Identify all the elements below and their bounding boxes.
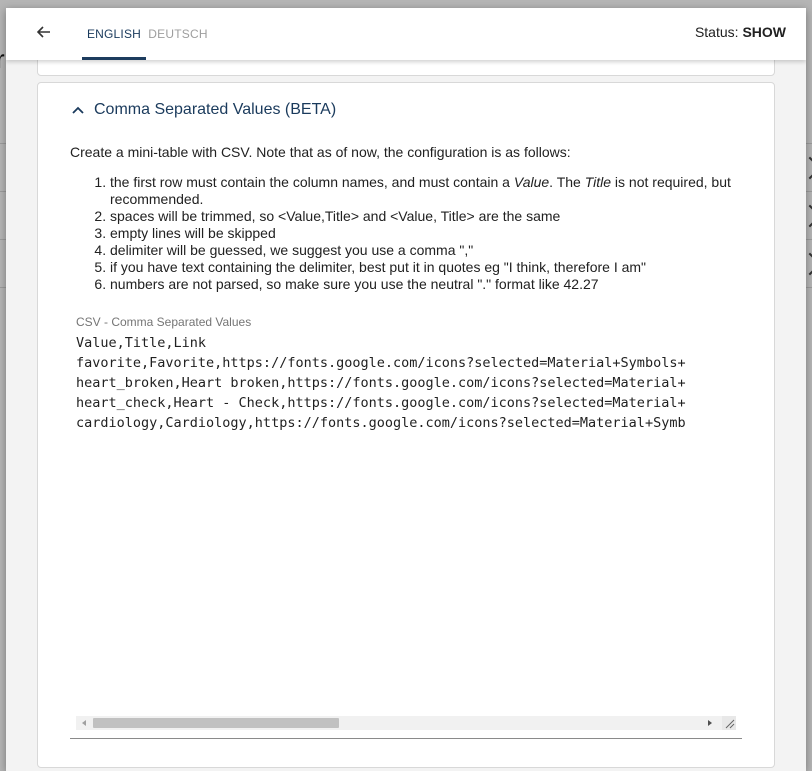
- chevron-up-icon: [72, 101, 84, 119]
- csv-section-header[interactable]: Comma Separated Values (BETA): [72, 101, 336, 119]
- list-item: numbers are not parsed, so make sure you…: [110, 276, 780, 293]
- status-value: SHOW: [742, 24, 786, 40]
- field-underline: [70, 738, 742, 739]
- rule-emphasis: Title: [584, 174, 612, 190]
- back-button[interactable]: [32, 22, 56, 46]
- csv-section-card: Comma Separated Values (BETA) Create a m…: [37, 82, 775, 768]
- scrollbar-thumb[interactable]: [93, 718, 339, 728]
- csv-field-label: CSV - Comma Separated Values: [76, 315, 252, 329]
- arrow-left-icon: [36, 25, 51, 43]
- rule-text: the first row must contain the column na…: [110, 174, 514, 190]
- tab-english[interactable]: ENGLISH: [82, 8, 146, 60]
- tab-deutsch[interactable]: DEUTSCH: [148, 8, 207, 60]
- resize-handle-icon[interactable]: [722, 716, 736, 730]
- rules-list: the first row must contain the column na…: [70, 174, 780, 293]
- status-display: Status: SHOW: [695, 24, 786, 40]
- list-item: delimiter will be guessed, we suggest yo…: [110, 242, 780, 259]
- rule-text: . The: [549, 174, 585, 190]
- horizontal-scrollbar[interactable]: [76, 716, 736, 730]
- list-item: the first row must contain the column na…: [110, 174, 780, 208]
- status-label: Status:: [694, 24, 739, 40]
- dialog-toolbar: ENGLISH DEUTSCH Status: SHOW: [6, 8, 806, 60]
- list-item: if you have text containing the delimite…: [110, 259, 780, 276]
- edit-dialog: Comma Separated Values (BETA) Create a m…: [6, 8, 806, 771]
- active-tab-indicator: [82, 57, 146, 60]
- section-intro: Create a mini-table with CSV. Note that …: [70, 144, 571, 160]
- csv-textarea[interactable]: Value,Title,Link favorite,Favorite,https…: [76, 333, 736, 713]
- list-item: spaces will be trimmed, so <Value,Title>…: [110, 208, 780, 225]
- section-title: Comma Separated Values (BETA): [94, 101, 337, 118]
- rule-emphasis: Value: [513, 174, 550, 190]
- list-item: empty lines will be skipped: [110, 225, 780, 242]
- scroll-right-icon[interactable]: [708, 720, 712, 726]
- background-heading-fragment: r: [0, 44, 5, 74]
- scroll-left-icon[interactable]: [82, 720, 86, 726]
